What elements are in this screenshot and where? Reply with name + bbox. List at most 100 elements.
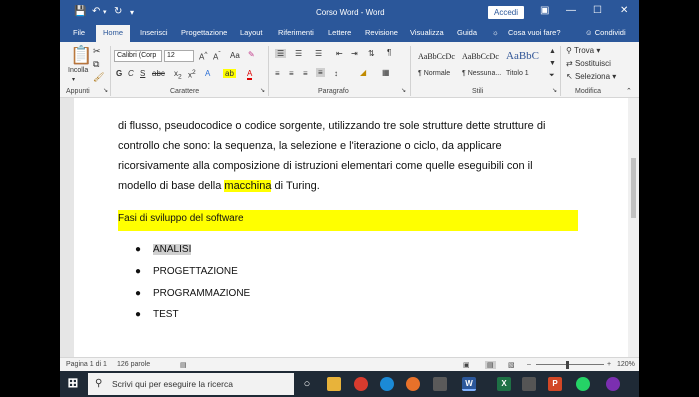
app-icon[interactable] — [606, 377, 620, 391]
tab-review[interactable]: Revisione — [365, 28, 398, 37]
powerpoint-icon[interactable]: P — [548, 377, 562, 391]
bold-icon[interactable]: G — [116, 69, 122, 78]
numbering-icon[interactable]: ☰ — [295, 49, 302, 58]
maximize-icon[interactable]: ☐ — [593, 5, 602, 16]
find-button[interactable]: ⚲ Trova ▾ — [566, 46, 600, 55]
styles-launcher-icon[interactable]: ↘ — [552, 87, 557, 94]
chrome-icon[interactable] — [354, 377, 368, 391]
undo-icon[interactable]: ↶ — [92, 6, 100, 17]
align-left-icon[interactable]: ≡ — [275, 69, 280, 78]
paste-dropdown-icon[interactable]: ▾ — [72, 76, 75, 83]
style-heading-1[interactable]: AaBbC Titolo 1 — [504, 46, 546, 82]
zoom-in-icon[interactable]: + — [607, 361, 611, 368]
subscript-icon[interactable]: x2 — [174, 69, 182, 81]
zoom-out-icon[interactable]: – — [527, 361, 531, 368]
accessibility-icon[interactable]: ▤ — [180, 361, 187, 369]
align-center-icon[interactable]: ≡ — [289, 69, 294, 78]
replace-button[interactable]: ⇄ Sostituisci — [566, 59, 611, 68]
underline-icon[interactable]: S — [140, 69, 145, 78]
paste-icon[interactable]: 📋 — [70, 45, 92, 66]
paragraph-launcher-icon[interactable]: ↘ — [401, 87, 406, 94]
edge-icon[interactable] — [380, 377, 394, 391]
font-color-icon[interactable]: A — [247, 69, 253, 80]
font-size-combo[interactable]: 12 — [164, 50, 194, 62]
tab-layout[interactable]: Layout — [240, 28, 263, 37]
page-count[interactable]: Pagina 1 di 1 — [66, 361, 107, 368]
shading-icon[interactable]: ◢ — [360, 68, 366, 77]
tab-references[interactable]: Riferimenti — [278, 28, 314, 37]
styles-scroll-down-icon[interactable]: ▼ — [549, 60, 556, 67]
firefox-icon[interactable] — [406, 377, 420, 391]
decrease-indent-icon[interactable]: ⇤ — [336, 49, 343, 58]
vertical-scrollbar[interactable] — [628, 98, 639, 357]
read-mode-icon[interactable]: ▣ — [463, 361, 470, 369]
format-painter-icon[interactable]: 🖌 — [93, 72, 104, 83]
copy-icon[interactable]: ⧉ — [93, 59, 99, 70]
whatsapp-icon[interactable] — [576, 377, 590, 391]
styles-scroll-up-icon[interactable]: ▲ — [549, 48, 556, 55]
share-button[interactable]: ☺ Condividi — [585, 28, 626, 37]
font-name-combo[interactable]: Calibri (Corp — [114, 50, 162, 62]
zoom-slider[interactable] — [536, 364, 604, 365]
zoom-level[interactable]: 120% — [617, 361, 635, 368]
select-label: Seleziona — [574, 72, 611, 81]
text-effects-icon[interactable]: A — [205, 69, 210, 78]
collapse-ribbon-icon[interactable]: ⌃ — [626, 87, 632, 95]
superscript-icon[interactable]: x2 — [188, 69, 196, 80]
sort-icon[interactable]: ⇅ — [368, 49, 375, 58]
clear-formatting-icon[interactable]: ✎ — [248, 50, 255, 59]
multilevel-list-icon[interactable]: ☰ — [315, 49, 322, 58]
app-icon[interactable] — [522, 377, 536, 391]
word-count[interactable]: 126 parole — [117, 361, 150, 368]
shrink-font-icon[interactable]: Aˇ — [213, 51, 221, 62]
grow-font-icon[interactable]: A^ — [199, 51, 207, 62]
change-case-icon[interactable]: Aa — [230, 51, 240, 60]
close-icon[interactable]: ✕ — [620, 5, 628, 16]
style-normal[interactable]: AaBbCcDc ¶ Normale — [416, 46, 458, 82]
start-icon[interactable]: ⊞ — [66, 376, 80, 390]
print-layout-icon[interactable]: ▤ — [485, 361, 496, 369]
web-layout-icon[interactable]: ▧ — [508, 361, 515, 369]
tell-me-input[interactable]: Cosa vuoi fare? — [508, 28, 561, 37]
file-explorer-icon[interactable] — [327, 377, 341, 391]
document-page[interactable]: di flusso, pseudocodice o codice sorgent… — [74, 98, 628, 357]
italic-icon[interactable]: C — [128, 69, 134, 78]
show-marks-icon[interactable]: ¶ — [387, 48, 391, 57]
taskbar-search[interactable]: ⚲ Scrivi qui per eseguire la ricerca — [88, 373, 294, 395]
word-taskbar-icon[interactable]: W — [462, 377, 476, 391]
tab-home[interactable]: Home — [96, 25, 131, 42]
minimize-icon[interactable]: — — [566, 5, 576, 16]
task-view-icon[interactable]: ○ — [300, 377, 314, 391]
excel-icon[interactable]: X — [497, 377, 511, 391]
redo-icon[interactable]: ↻ — [114, 6, 122, 17]
save-icon[interactable]: 💾 — [74, 6, 86, 17]
undo-dropdown-icon[interactable]: ▾ — [103, 8, 107, 16]
select-button[interactable]: ↖ Seleziona ▾ — [566, 72, 616, 81]
tab-design[interactable]: Progettazione — [181, 28, 227, 37]
photos-icon[interactable] — [433, 377, 447, 391]
highlight-icon[interactable]: ab — [223, 69, 236, 78]
tab-help[interactable]: Guida — [457, 28, 477, 37]
clipboard-launcher-icon[interactable]: ↘ — [103, 87, 108, 94]
style-no-spacing[interactable]: AaBbCcDc ¶ Nessuna... — [460, 46, 502, 82]
font-launcher-icon[interactable]: ↘ — [260, 87, 265, 94]
line-spacing-icon[interactable]: ↕ — [334, 69, 338, 78]
bullets-icon[interactable]: ☰ — [275, 49, 287, 58]
paste-label[interactable]: Incolla — [68, 67, 88, 74]
strikethrough-icon[interactable]: abc — [152, 69, 165, 78]
align-right-icon[interactable]: ≡ — [303, 69, 308, 78]
cut-icon[interactable]: ✂ — [93, 46, 101, 57]
borders-icon[interactable]: ▦ — [382, 68, 390, 77]
increase-indent-icon[interactable]: ⇥ — [351, 49, 358, 58]
signin-button[interactable]: Accedi — [488, 6, 524, 19]
styles-more-icon[interactable]: ⏷ — [549, 72, 555, 80]
scrollbar-thumb[interactable] — [631, 158, 636, 218]
tab-insert[interactable]: Inserisci — [140, 28, 168, 37]
tab-mailings[interactable]: Lettere — [328, 28, 351, 37]
customize-toolbar-icon[interactable]: ▾ — [130, 8, 134, 17]
ribbon-display-icon[interactable]: ▣ — [540, 5, 549, 16]
tab-view[interactable]: Visualizza — [410, 28, 444, 37]
justify-icon[interactable]: ≡ — [316, 68, 325, 77]
tab-file[interactable]: File — [73, 28, 85, 37]
zoom-slider-thumb[interactable] — [566, 361, 569, 369]
